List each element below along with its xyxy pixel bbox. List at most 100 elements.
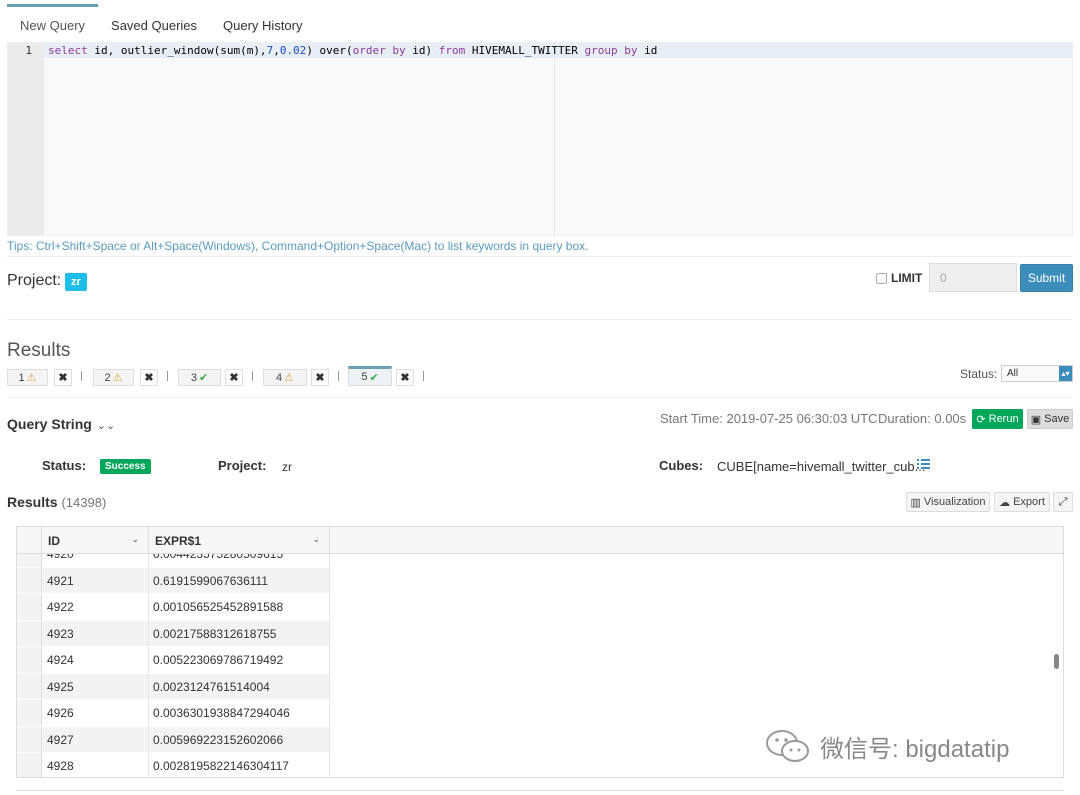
- result-tab-number: 5: [361, 371, 368, 383]
- sql-code[interactable]: select id, outlier_window(sum(m),7,0.02)…: [48, 44, 657, 57]
- close-icon[interactable]: ✖: [225, 369, 243, 386]
- table-row[interactable]: 4922 0.001056525452891588: [17, 594, 330, 621]
- status-filter-value: All: [1007, 368, 1019, 379]
- visualization-label: Visualization: [923, 496, 986, 508]
- table-row[interactable]: 4924 0.005223069786719492: [17, 647, 330, 674]
- column-header-expr[interactable]: EXPR$1 ⌄: [149, 527, 330, 554]
- limit-checkbox[interactable]: [876, 272, 887, 284]
- rerun-button[interactable]: ⟳ Rerun: [972, 409, 1023, 429]
- row-selector[interactable]: [17, 620, 42, 647]
- divider: [423, 371, 424, 381]
- double-chevron-down-icon: ⌄⌄: [96, 420, 116, 432]
- check-icon: ✔: [369, 371, 379, 384]
- result-tab-5[interactable]: 5 ✔: [348, 366, 392, 386]
- row-selector[interactable]: [17, 673, 42, 700]
- warning-icon: ⚠: [284, 372, 294, 384]
- sql-token: group by: [584, 44, 638, 57]
- row-selector[interactable]: [17, 554, 42, 568]
- table-row[interactable]: 4925 0.0023124761514004: [17, 673, 330, 700]
- row-selector[interactable]: [17, 594, 42, 621]
- watermark-text: 微信号: bigdatatip: [820, 735, 1010, 763]
- tab-new-query[interactable]: New Query: [7, 4, 99, 40]
- results-heading: Results: [7, 340, 71, 361]
- column-header-id[interactable]: ID ⌄: [42, 527, 149, 554]
- table-row[interactable]: 4926 0.003630193884729404​6: [17, 700, 330, 727]
- chevron-down-icon[interactable]: ⌄: [312, 534, 320, 545]
- table-row[interactable]: 4921 0.6191599067636111: [17, 567, 330, 594]
- cell-id: 4922: [42, 594, 149, 621]
- divider: [16, 790, 1064, 791]
- close-icon[interactable]: ✖: [54, 369, 72, 386]
- detail-project-value: zr: [282, 460, 292, 474]
- result-tab-number: 3: [190, 371, 197, 384]
- visualization-button[interactable]: ▥ Visualization: [906, 492, 990, 512]
- result-tab-3[interactable]: 3 ✔: [178, 369, 221, 386]
- cell-expr: 0.002819582214630411​7: [149, 753, 330, 777]
- row-selector[interactable]: [17, 700, 42, 727]
- cell-id: 4921: [42, 567, 149, 594]
- chevron-down-icon[interactable]: ⌄: [131, 534, 139, 545]
- row-selector[interactable]: [17, 647, 42, 674]
- sql-token: ,: [273, 44, 280, 57]
- table-row[interactable]: 4920 0.004423575280509615: [17, 554, 330, 568]
- query-string-label: Query String: [7, 416, 92, 432]
- warning-icon: ⚠: [26, 372, 37, 384]
- cell-expr: 0.004423575280509615: [149, 554, 330, 568]
- submit-button[interactable]: Submit: [1020, 264, 1073, 292]
- tab-saved-queries[interactable]: Saved Queries: [98, 4, 210, 40]
- limit-label: LIMIT: [891, 271, 923, 285]
- export-button[interactable]: ☁ Export: [994, 492, 1050, 512]
- result-tab-number: 2: [104, 371, 111, 384]
- tab-query-history[interactable]: Query History: [210, 4, 315, 40]
- cell-expr: 0.6191599067636111: [149, 567, 330, 594]
- query-string-toggle[interactable]: Query String ⌄⌄: [7, 416, 115, 432]
- table-row[interactable]: 4928 0.002819582214630411​7: [17, 753, 330, 777]
- sql-editor[interactable]: 1 select id, outlier_window(sum(m),7,0.0…: [7, 42, 1073, 236]
- divider: [252, 371, 253, 381]
- result-tab-4[interactable]: 4 ⚠: [263, 369, 307, 386]
- table-row[interactable]: 4923 0.00217588312618755: [17, 620, 330, 647]
- project-label: Project:: [7, 272, 62, 289]
- project-badge[interactable]: zr: [65, 273, 87, 291]
- limit-toggle[interactable]: LIMIT: [876, 271, 922, 285]
- limit-input[interactable]: 0: [929, 263, 1017, 292]
- table-row[interactable]: 4927 0.005969223152602066: [17, 726, 330, 753]
- cell-expr: 0.005969223152602066: [149, 726, 330, 753]
- chevron-updown-icon: ▴▾: [1059, 366, 1072, 381]
- sql-token: select: [48, 44, 88, 57]
- status-filter-select[interactable]: All ▴▾: [1001, 365, 1073, 382]
- rerun-label: Rerun: [988, 413, 1019, 425]
- cell-id: 4920: [42, 554, 149, 568]
- scrollbar-thumb[interactable]: [1054, 654, 1059, 669]
- save-icon: ▣: [1030, 413, 1042, 426]
- row-selector-header: [17, 527, 42, 554]
- editor-gutter: 1: [8, 43, 44, 235]
- line-number: 1: [25, 44, 32, 57]
- row-selector[interactable]: [17, 567, 42, 594]
- export-label: Export: [1013, 496, 1045, 508]
- row-selector[interactable]: [17, 753, 42, 777]
- close-icon[interactable]: ✖: [396, 369, 414, 386]
- save-button[interactable]: ▣ Save: [1027, 409, 1073, 429]
- cell-id: 4923: [42, 620, 149, 647]
- close-icon[interactable]: ✖: [311, 369, 329, 386]
- cell-expr: 0.003630193884729404​6: [149, 700, 330, 727]
- cubes-label: Cubes:: [659, 458, 704, 473]
- query-tabs: New Query Saved Queries Query History: [7, 4, 316, 40]
- bar-chart-icon: ▥: [910, 496, 921, 509]
- result-tab-2[interactable]: 2 ⚠: [93, 369, 134, 386]
- row-selector[interactable]: [17, 726, 42, 753]
- status-label: Status:: [42, 458, 87, 473]
- sql-token: order by: [352, 44, 406, 57]
- list-icon[interactable]: [917, 458, 930, 470]
- expand-icon[interactable]: ⤢: [1053, 492, 1073, 512]
- column-header-label: EXPR$1: [155, 534, 202, 548]
- duration: Duration: 0.00s: [878, 411, 967, 426]
- grid-rows: 4920 0.004423575280509615 4921 0.6191599067…: [17, 554, 330, 777]
- close-icon[interactable]: ✖: [140, 369, 158, 386]
- sql-token: 0.02: [279, 44, 307, 57]
- column-header-label: ID: [48, 534, 60, 548]
- save-label: Save: [1044, 413, 1070, 425]
- cubes-value: CUBE[name=hivemall_twitter_cub...: [717, 459, 926, 474]
- result-tab-1[interactable]: 1 ⚠: [7, 369, 48, 386]
